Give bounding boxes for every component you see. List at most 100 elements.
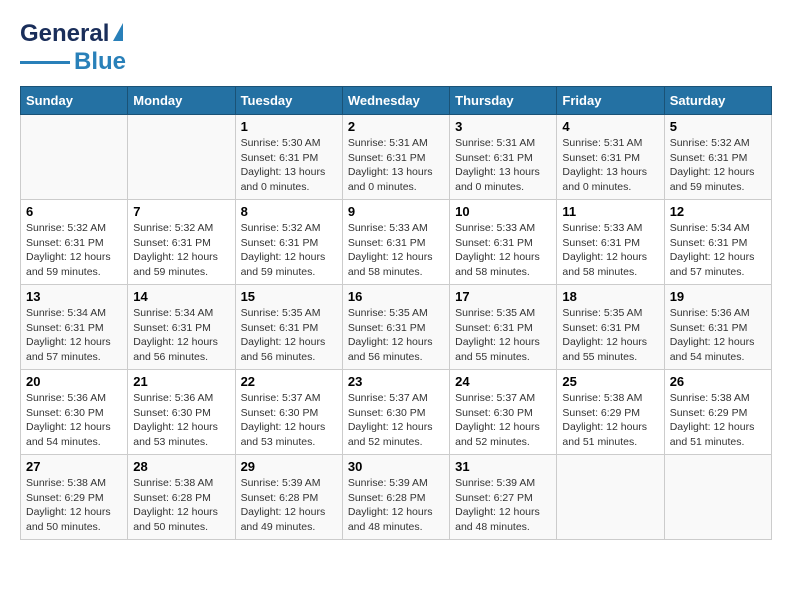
day-info: Sunrise: 5:33 AM Sunset: 6:31 PM Dayligh… <box>455 221 551 280</box>
calendar-cell: 2Sunrise: 5:31 AM Sunset: 6:31 PM Daylig… <box>342 115 449 200</box>
day-info: Sunrise: 5:36 AM Sunset: 6:30 PM Dayligh… <box>26 391 122 450</box>
calendar-week-4: 20 Sunrise: 5:36 AM Sunset: 6:30 PM Dayli… <box>21 370 772 455</box>
calendar-cell: 12Sunrise: 5:34 AM Sunset: 6:31 PM Dayli… <box>664 200 771 285</box>
day-number: 17 <box>455 289 551 304</box>
calendar-cell <box>128 115 235 200</box>
day-number: 10 <box>455 204 551 219</box>
calendar-week-3: 13 Sunrise: 5:34 AM Sunset: 6:31 PM Dayli… <box>21 285 772 370</box>
page-header: General Blue <box>20 20 772 76</box>
day-number: 15 <box>241 289 337 304</box>
day-info: Sunrise: 5:38 AM Sunset: 6:29 PM Dayligh… <box>670 391 766 450</box>
day-number: 5 <box>670 119 766 134</box>
day-number: 27 <box>26 459 122 474</box>
calendar-cell: 4 Sunrise: 5:31 AM Sunset: 6:31 PM Daylig… <box>557 115 664 200</box>
calendar-cell: 15Sunrise: 5:35 AM Sunset: 6:31 PM Dayli… <box>235 285 342 370</box>
day-number: 14 <box>133 289 229 304</box>
calendar-cell: 25 Sunrise: 5:38 AM Sunset: 6:29 PM Dayli… <box>557 370 664 455</box>
calendar-cell: 22 Sunrise: 5:37 AM Sunset: 6:30 PM Dayli… <box>235 370 342 455</box>
calendar-cell: 21 Sunrise: 5:36 AM Sunset: 6:30 PM Dayli… <box>128 370 235 455</box>
calendar-cell: 16 Sunrise: 5:35 AM Sunset: 6:31 PM Dayli… <box>342 285 449 370</box>
calendar-cell: 8Sunrise: 5:32 AM Sunset: 6:31 PM Daylig… <box>235 200 342 285</box>
calendar-cell: 19 Sunrise: 5:36 AM Sunset: 6:31 PM Dayli… <box>664 285 771 370</box>
day-number: 23 <box>348 374 444 389</box>
day-info: Sunrise: 5:36 AM Sunset: 6:31 PM Dayligh… <box>670 306 766 365</box>
calendar-cell: 29Sunrise: 5:39 AM Sunset: 6:28 PM Dayli… <box>235 455 342 540</box>
day-info: Sunrise: 5:34 AM Sunset: 6:31 PM Dayligh… <box>26 306 122 365</box>
calendar-header-thursday: Thursday <box>450 87 557 115</box>
calendar-cell: 17 Sunrise: 5:35 AM Sunset: 6:31 PM Dayli… <box>450 285 557 370</box>
calendar-header-monday: Monday <box>128 87 235 115</box>
day-info: Sunrise: 5:38 AM Sunset: 6:29 PM Dayligh… <box>26 476 122 535</box>
calendar-cell: 7 Sunrise: 5:32 AM Sunset: 6:31 PM Daylig… <box>128 200 235 285</box>
calendar-cell <box>664 455 771 540</box>
calendar-header-friday: Friday <box>557 87 664 115</box>
day-number: 20 <box>26 374 122 389</box>
day-info: Sunrise: 5:32 AM Sunset: 6:31 PM Dayligh… <box>26 221 122 280</box>
calendar-week-2: 6 Sunrise: 5:32 AM Sunset: 6:31 PM Daylig… <box>21 200 772 285</box>
day-number: 1 <box>241 119 337 134</box>
day-number: 24 <box>455 374 551 389</box>
calendar-week-5: 27 Sunrise: 5:38 AM Sunset: 6:29 PM Dayli… <box>21 455 772 540</box>
calendar-cell: 31 Sunrise: 5:39 AM Sunset: 6:27 PM Dayli… <box>450 455 557 540</box>
day-number: 29 <box>241 459 337 474</box>
logo-general: General <box>20 20 109 48</box>
day-info: Sunrise: 5:34 AM Sunset: 6:31 PM Dayligh… <box>133 306 229 365</box>
calendar-header-saturday: Saturday <box>664 87 771 115</box>
day-number: 4 <box>562 119 658 134</box>
day-number: 13 <box>26 289 122 304</box>
calendar-cell: 30 Sunrise: 5:39 AM Sunset: 6:28 PM Dayli… <box>342 455 449 540</box>
calendar-cell: 24 Sunrise: 5:37 AM Sunset: 6:30 PM Dayli… <box>450 370 557 455</box>
day-number: 19 <box>670 289 766 304</box>
day-info: Sunrise: 5:33 AM Sunset: 6:31 PM Dayligh… <box>348 221 444 280</box>
calendar-table: SundayMondayTuesdayWednesdayThursdayFrid… <box>20 86 772 540</box>
day-info: Sunrise: 5:37 AM Sunset: 6:30 PM Dayligh… <box>241 391 337 450</box>
day-info: Sunrise: 5:33 AM Sunset: 6:31 PM Dayligh… <box>562 221 658 280</box>
day-number: 6 <box>26 204 122 219</box>
day-info: Sunrise: 5:31 AM Sunset: 6:31 PM Dayligh… <box>562 136 658 195</box>
day-info: Sunrise: 5:31 AM Sunset: 6:31 PM Dayligh… <box>455 136 551 195</box>
day-number: 7 <box>133 204 229 219</box>
calendar-cell: 20 Sunrise: 5:36 AM Sunset: 6:30 PM Dayli… <box>21 370 128 455</box>
day-info: Sunrise: 5:37 AM Sunset: 6:30 PM Dayligh… <box>348 391 444 450</box>
day-info: Sunrise: 5:37 AM Sunset: 6:30 PM Dayligh… <box>455 391 551 450</box>
day-info: Sunrise: 5:38 AM Sunset: 6:28 PM Dayligh… <box>133 476 229 535</box>
calendar-header-sunday: Sunday <box>21 87 128 115</box>
calendar-cell: 5 Sunrise: 5:32 AM Sunset: 6:31 PM Daylig… <box>664 115 771 200</box>
calendar-cell: 10 Sunrise: 5:33 AM Sunset: 6:31 PM Dayli… <box>450 200 557 285</box>
day-number: 25 <box>562 374 658 389</box>
calendar-cell: 23 Sunrise: 5:37 AM Sunset: 6:30 PM Dayli… <box>342 370 449 455</box>
day-info: Sunrise: 5:35 AM Sunset: 6:31 PM Dayligh… <box>455 306 551 365</box>
logo-blue: Blue <box>74 48 126 76</box>
calendar-cell: 6 Sunrise: 5:32 AM Sunset: 6:31 PM Daylig… <box>21 200 128 285</box>
day-info: Sunrise: 5:32 AM Sunset: 6:31 PM Dayligh… <box>670 136 766 195</box>
day-number: 28 <box>133 459 229 474</box>
day-info: Sunrise: 5:32 AM Sunset: 6:31 PM Dayligh… <box>133 221 229 280</box>
day-number: 31 <box>455 459 551 474</box>
calendar-cell <box>557 455 664 540</box>
day-number: 9 <box>348 204 444 219</box>
calendar-cell: 28 Sunrise: 5:38 AM Sunset: 6:28 PM Dayli… <box>128 455 235 540</box>
calendar-cell: 26Sunrise: 5:38 AM Sunset: 6:29 PM Dayli… <box>664 370 771 455</box>
day-number: 8 <box>241 204 337 219</box>
day-number: 16 <box>348 289 444 304</box>
day-info: Sunrise: 5:35 AM Sunset: 6:31 PM Dayligh… <box>562 306 658 365</box>
calendar-cell: 9 Sunrise: 5:33 AM Sunset: 6:31 PM Daylig… <box>342 200 449 285</box>
calendar-cell: 27 Sunrise: 5:38 AM Sunset: 6:29 PM Dayli… <box>21 455 128 540</box>
calendar-cell <box>21 115 128 200</box>
calendar-header-row: SundayMondayTuesdayWednesdayThursdayFrid… <box>21 87 772 115</box>
calendar-cell: 11Sunrise: 5:33 AM Sunset: 6:31 PM Dayli… <box>557 200 664 285</box>
day-number: 21 <box>133 374 229 389</box>
day-number: 3 <box>455 119 551 134</box>
calendar-header-wednesday: Wednesday <box>342 87 449 115</box>
day-number: 18 <box>562 289 658 304</box>
day-info: Sunrise: 5:38 AM Sunset: 6:29 PM Dayligh… <box>562 391 658 450</box>
calendar-cell: 13 Sunrise: 5:34 AM Sunset: 6:31 PM Dayli… <box>21 285 128 370</box>
day-info: Sunrise: 5:36 AM Sunset: 6:30 PM Dayligh… <box>133 391 229 450</box>
day-info: Sunrise: 5:39 AM Sunset: 6:28 PM Dayligh… <box>348 476 444 535</box>
day-info: Sunrise: 5:35 AM Sunset: 6:31 PM Dayligh… <box>348 306 444 365</box>
calendar-header-tuesday: Tuesday <box>235 87 342 115</box>
day-number: 22 <box>241 374 337 389</box>
calendar-cell: 14 Sunrise: 5:34 AM Sunset: 6:31 PM Dayli… <box>128 285 235 370</box>
day-number: 30 <box>348 459 444 474</box>
day-info: Sunrise: 5:39 AM Sunset: 6:27 PM Dayligh… <box>455 476 551 535</box>
